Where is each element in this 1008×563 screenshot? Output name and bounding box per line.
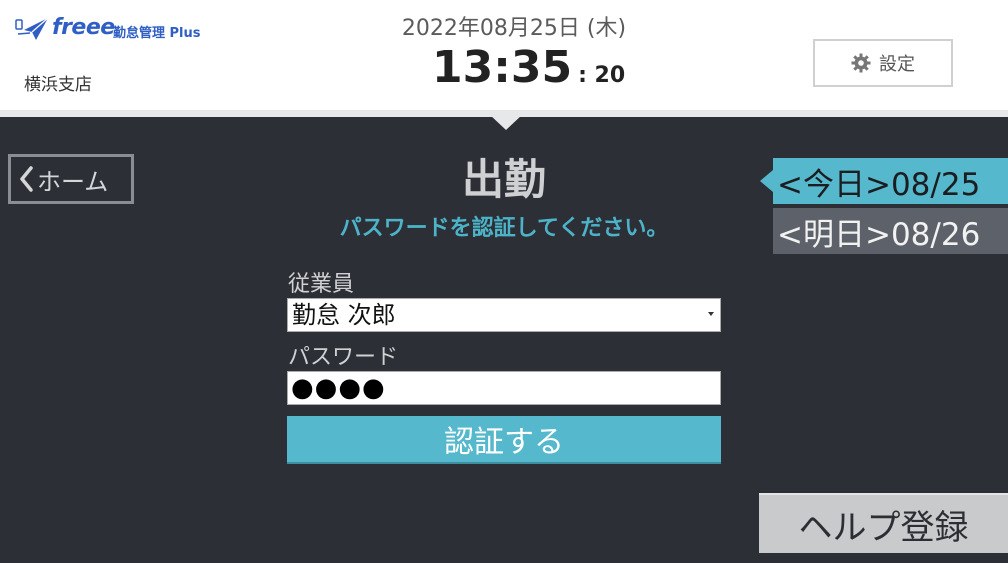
header-pointer — [489, 114, 523, 130]
paper-plane-icon — [15, 17, 49, 40]
employee-select[interactable]: 勤怠 次郎 — [287, 298, 721, 332]
authenticate-button[interactable]: 認証する — [287, 416, 721, 462]
employee-label: 従業員 — [288, 272, 355, 297]
header: freee 勤怠管理 Plus 横浜支店 2022年08月25日 (木) 13:… — [0, 0, 1008, 110]
password-input[interactable]: ●●●● — [287, 371, 721, 405]
current-date: 2022年08月25日 (木) — [401, 16, 627, 41]
branch-name: 横浜支店 — [24, 75, 92, 95]
settings-label: 設定 — [879, 54, 915, 75]
instruction-text: パスワードを認証してください。 — [339, 216, 669, 241]
day-tab-tomorrow[interactable]: <明日>08/26 — [773, 208, 1008, 254]
gear-icon — [851, 53, 871, 73]
page-title: 出勤 — [461, 155, 546, 204]
dropdown-arrow-icon — [708, 312, 714, 316]
employee-select-value: 勤怠 次郎 — [292, 301, 396, 329]
clock-seconds: : 20 — [578, 63, 626, 88]
help-register-button[interactable]: ヘルプ登録 — [759, 493, 1008, 553]
clock-hours-minutes: 13:35 — [432, 42, 573, 93]
home-button[interactable]: ホーム — [8, 154, 134, 204]
home-label: ホーム — [37, 167, 109, 196]
logo-text: freee — [52, 15, 115, 40]
day-tab-today[interactable]: <今日>08/25 — [773, 158, 1008, 204]
password-label: パスワード — [288, 345, 399, 370]
settings-button[interactable]: 設定 — [813, 39, 953, 87]
selected-day-pointer — [760, 170, 773, 192]
product-name: 勤怠管理 Plus — [113, 26, 201, 41]
clock: 13:35: 20 — [432, 42, 625, 93]
chevron-left-icon — [20, 166, 33, 192]
